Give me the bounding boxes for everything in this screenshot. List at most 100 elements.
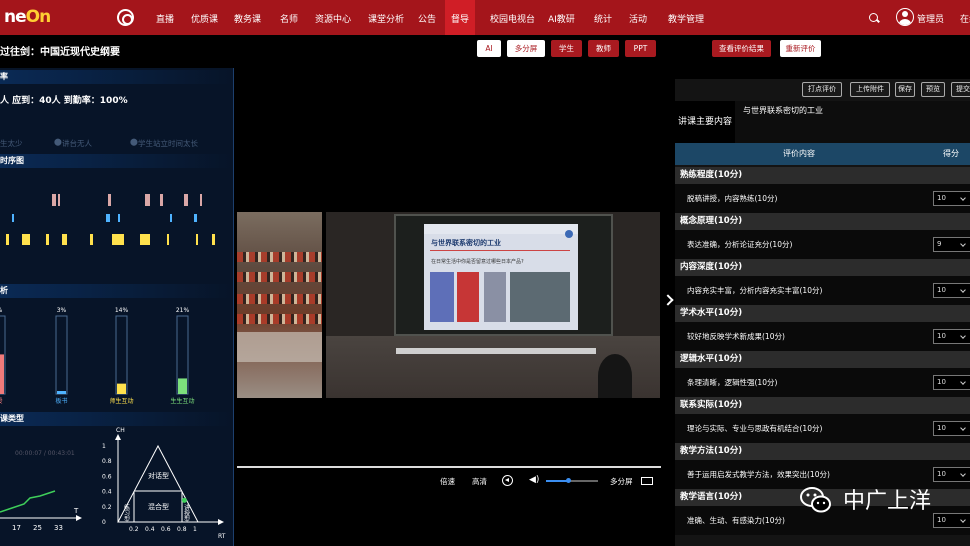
score-select[interactable]: 10 xyxy=(933,513,970,528)
rt-ch-point xyxy=(181,497,187,503)
nav-item[interactable]: 名师 xyxy=(280,12,298,25)
alert-podium-empty: 讲台无人 xyxy=(62,139,92,148)
bar-label: 授 xyxy=(0,397,3,404)
lecture-content-label: 讲课主要内容 xyxy=(675,101,735,143)
blackboard: 与世界联系密切的工业 在日常生活中你是否留意过哪些日本产品? xyxy=(394,214,613,336)
timeline-mark xyxy=(118,214,120,222)
avatar[interactable] xyxy=(896,8,914,26)
timeline-mark xyxy=(200,194,202,206)
score-select[interactable]: 10 xyxy=(933,191,970,206)
timeline-mark xyxy=(160,194,163,206)
fullscreen-icon[interactable] xyxy=(641,477,653,485)
bar-label: 板书 xyxy=(55,397,67,404)
upload-attachment-button[interactable]: 上传附件 xyxy=(850,82,890,97)
nav-item[interactable]: 统计 xyxy=(594,12,612,25)
criteria-item: 表达准确，分析论证充分(10分) 9 xyxy=(675,230,970,259)
score-select[interactable]: 10 xyxy=(933,467,970,482)
user-name[interactable]: 管理员 xyxy=(917,12,944,25)
score-select[interactable]: 9 xyxy=(933,237,970,252)
logo[interactable]: neOn xyxy=(4,7,51,27)
nav-item[interactable]: 优质课 xyxy=(191,12,218,25)
timeline-mark xyxy=(58,194,60,206)
multi-screen-button[interactable]: 多分屏 xyxy=(507,40,545,57)
main-video-view[interactable]: 与世界联系密切的工业 在日常生活中你是否留意过哪些日本产品? xyxy=(326,212,660,398)
mark-evaluate-button[interactable]: 打点评价 xyxy=(802,82,842,97)
timeline-row-3 xyxy=(6,234,215,245)
slide-image xyxy=(484,272,506,322)
ch-y-tick: 0 xyxy=(102,519,106,526)
st-x-tick: 33 xyxy=(54,524,63,532)
nav-item[interactable]: 课堂分析 xyxy=(368,12,404,25)
nav-item[interactable]: 公告 xyxy=(418,12,436,25)
nav-item[interactable]: 直播 xyxy=(156,12,174,25)
st-x-axis-label: T xyxy=(73,507,79,515)
volume-icon[interactable]: ◀) xyxy=(529,475,539,485)
score-select[interactable]: 10 xyxy=(933,375,970,390)
video-progress-bar[interactable] xyxy=(237,466,661,468)
score-select[interactable]: 10 xyxy=(933,283,970,298)
rt-x-tick: 0.8 xyxy=(177,526,187,533)
rt-x-tick: 0.4 xyxy=(145,526,155,533)
ch-y-ticks: 1 0.8 0.6 0.4 0.2 0 xyxy=(102,443,112,526)
behavior-bar xyxy=(57,391,66,394)
timeline-mark xyxy=(6,234,9,245)
behavior-bar xyxy=(0,354,4,394)
nav-item[interactable]: 教务课 xyxy=(234,12,261,25)
nav-item[interactable]: AI教研 xyxy=(548,12,575,25)
save-button[interactable]: 保存 xyxy=(895,82,915,97)
timeline-mark xyxy=(106,214,110,222)
bar-frame xyxy=(55,315,68,395)
page-title: 过往剑：中国近现代史纲要 xyxy=(0,47,120,58)
rt-x-tick: 0.6 xyxy=(161,526,171,533)
bar-percent: 3% xyxy=(57,307,67,314)
region-mixed: 混合型 xyxy=(148,502,169,511)
criteria-item-text: 内容充实丰富，分析内容充实丰富(10分) xyxy=(687,286,823,295)
ch-y-tick: 0.4 xyxy=(102,489,112,496)
rt-x-ticks: 0.2 0.4 0.6 0.8 1 xyxy=(129,526,197,533)
header-score: 得分 xyxy=(943,149,959,158)
refresh-icon[interactable] xyxy=(117,9,134,26)
ai-button[interactable]: AI xyxy=(477,40,501,57)
chevron-right-icon[interactable] xyxy=(662,294,674,306)
user-extra[interactable]: 在线 xyxy=(960,12,970,25)
lecture-content-text[interactable]: 与世界联系密切的工业 xyxy=(735,101,970,143)
timeline-mark xyxy=(62,234,67,245)
timeline-mark xyxy=(212,234,215,245)
header-content: 评价内容 xyxy=(783,149,815,158)
search-icon[interactable] xyxy=(869,13,878,22)
nav-item[interactable]: 校园电视台 xyxy=(490,12,535,25)
timeline-mark xyxy=(170,214,172,222)
classroom-camera-view[interactable] xyxy=(237,212,322,398)
nav-item[interactable]: 活动 xyxy=(629,12,647,25)
criteria-item-text: 理论与实际、专业与思政有机结合(10分) xyxy=(687,424,823,433)
ppt-view-button[interactable]: PPT xyxy=(625,40,656,57)
hd-button[interactable]: 高清 xyxy=(472,476,487,487)
score-select[interactable]: 10 xyxy=(933,421,970,436)
alert-few-students: 生太少 xyxy=(0,139,23,148)
nav-item[interactable]: 教学管理 xyxy=(668,12,704,25)
timeline-mark xyxy=(90,234,93,245)
speed-button[interactable]: 倍速 xyxy=(440,476,455,487)
st-x-arrow xyxy=(76,515,82,521)
criteria-item-text: 善于运用启发式教学方法，效果突出(10分) xyxy=(687,470,830,479)
behavior-bar-chart: % 授 3% 板书 14% 师生互动 21% 生生互动 xyxy=(0,307,195,404)
criteria-item: 理论与实际、专业与思政有机结合(10分) 10 xyxy=(675,414,970,443)
re-evaluate-button[interactable]: 重新评价 xyxy=(780,40,821,57)
preview-button[interactable]: 预览 xyxy=(921,82,945,97)
bar-frame xyxy=(115,315,128,395)
bar-label: 生生互动 xyxy=(170,397,194,404)
teacher-view-button[interactable]: 教师 xyxy=(588,40,619,57)
view-result-button[interactable]: 查看评价结果 xyxy=(712,40,771,57)
multi-screen-toggle[interactable]: 多分屏 xyxy=(610,476,633,487)
slide-image xyxy=(430,272,454,322)
timeline-mark xyxy=(22,234,30,245)
volume-slider[interactable] xyxy=(546,478,598,483)
prev-frame-icon[interactable] xyxy=(502,475,513,486)
score-select[interactable]: 10 xyxy=(933,329,970,344)
nav-item[interactable]: 资源中心 xyxy=(315,12,351,25)
wechat-icon xyxy=(800,487,831,513)
student-view-button[interactable]: 学生 xyxy=(551,40,582,57)
nav-item[interactable]: 督导 xyxy=(445,0,476,35)
submit-button[interactable]: 提交 xyxy=(951,82,970,97)
st-series-line xyxy=(0,490,56,513)
